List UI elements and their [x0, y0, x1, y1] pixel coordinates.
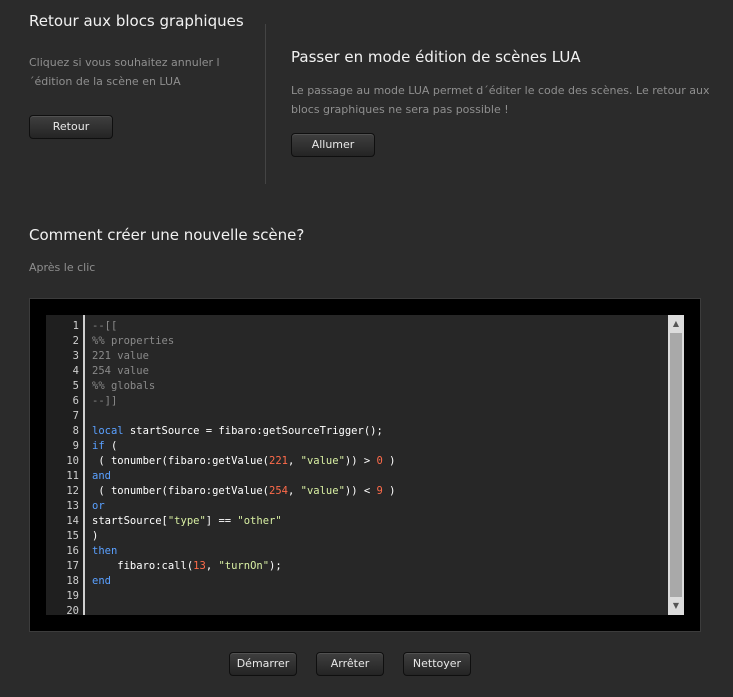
line-number: 11 [66, 470, 79, 482]
code-line: and [92, 470, 111, 482]
code-line: local startSource = fibaro:getSourceTrig… [92, 425, 383, 437]
panel-divider [265, 24, 266, 184]
editor-scrollbar[interactable]: ▲ ▼ [668, 315, 684, 615]
line-number-gutter: 1 2 3 4 5 6 7 8 9 10 11 12 13 14 15 16 1… [46, 315, 85, 615]
code-line: ( tonumber(fibaro:getValue(221, "value")… [92, 455, 396, 467]
code-line: --[[ [92, 320, 118, 332]
line-number: 4 [72, 365, 79, 377]
line-number: 17 [66, 560, 79, 572]
code-line: then [92, 545, 118, 557]
code-line: ( tonumber(fibaro:getValue(254, "value")… [92, 485, 396, 497]
code-line: or [92, 500, 105, 512]
start-button[interactable]: Démarrer [229, 652, 297, 676]
scroll-thumb[interactable] [670, 333, 682, 597]
line-number: 7 [72, 410, 79, 422]
clear-button[interactable]: Nettoyer [403, 652, 471, 676]
line-number: 8 [72, 425, 79, 437]
code-line: %% globals [92, 380, 156, 392]
line-number: 13 [66, 500, 79, 512]
right-panel-description: Le passage au mode LUA permet d´éditer l… [291, 84, 710, 116]
line-number: 19 [66, 590, 79, 602]
code-line: %% properties [92, 335, 175, 347]
scroll-up-icon[interactable]: ▲ [668, 317, 684, 331]
code-line: fibaro:call(13, "turnOn"); [92, 560, 282, 572]
code-line: 254 value [92, 365, 149, 377]
left-panel: Retour aux blocs graphiques Cliquez si v… [29, 12, 249, 91]
turn-on-button[interactable]: Allumer [291, 133, 375, 157]
left-panel-title: Retour aux blocs graphiques [29, 12, 244, 30]
right-panel: Passer en mode édition de scènes LUA Le … [291, 48, 711, 119]
line-number: 20 [66, 605, 79, 615]
left-panel-description: Cliquez si vous souhaitez annuler l´édit… [29, 56, 220, 88]
line-number: 5 [72, 380, 79, 392]
code-line: 221 value [92, 350, 149, 362]
line-number: 14 [66, 515, 79, 527]
section-title: Comment créer une nouvelle scène? [29, 226, 305, 244]
return-button[interactable]: Retour [29, 115, 113, 139]
line-number: 16 [66, 545, 79, 557]
line-number: 3 [72, 350, 79, 362]
line-number: 15 [66, 530, 79, 542]
line-number: 2 [72, 335, 79, 347]
code-line: ) [92, 530, 99, 542]
code-editor[interactable]: 1 2 3 4 5 6 7 8 9 10 11 12 13 14 15 16 1… [46, 315, 684, 615]
stop-button[interactable]: Arrêter [316, 652, 384, 676]
line-number: 6 [72, 395, 79, 407]
line-number: 9 [72, 440, 79, 452]
line-number: 12 [66, 485, 79, 497]
line-number: 18 [66, 575, 79, 587]
scroll-down-icon[interactable]: ▼ [668, 599, 684, 613]
section-subtitle: Après le clic [29, 261, 96, 274]
right-panel-title: Passer en mode édition de scènes LUA [291, 48, 581, 66]
line-number: 10 [66, 455, 79, 467]
code-line: if ( [92, 440, 118, 452]
line-number: 1 [72, 320, 79, 332]
code-line: end [92, 575, 111, 587]
code-line: --]] [92, 395, 118, 407]
code-line: startSource["type"] == "other" [92, 515, 282, 527]
